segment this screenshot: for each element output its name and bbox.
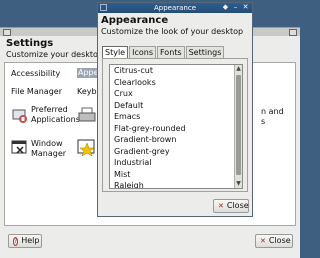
scroll-up-icon[interactable]: ▲ [235,65,242,73]
close-icon: ✕ [260,237,266,245]
tab-style[interactable]: Style [102,46,129,58]
tab-fonts[interactable]: Fonts [156,46,185,58]
settings-item-file-manager[interactable]: File Manager [11,87,62,97]
window-menu-icon[interactable] [3,29,11,36]
settings-subtitle: Customize your desktop [6,50,103,59]
settings-item-partial-2[interactable]: s [261,117,265,127]
list-item[interactable]: Raleigh [110,180,242,188]
minimize-icon[interactable]: – [232,4,239,11]
window-menu-icon[interactable] [100,4,107,11]
settings-close-button[interactable]: ✕ Close [255,234,293,248]
window-label-1: Window [31,139,63,148]
settings-item-preferred-applications[interactable]: Preferred Applications [31,105,80,125]
maximize-icon[interactable]: ◆ [222,4,229,11]
help-icon: ? [13,236,19,246]
window-label-2: Manager [31,149,67,158]
list-item[interactable]: Clearlooks [110,77,242,89]
list-item[interactable]: Citrus-cut [110,65,242,77]
scrollbar-thumb[interactable] [236,75,241,175]
list-item[interactable]: Flat-grey-rounded [110,123,242,135]
appearance-dialog: Appearance ◆ – ✕ Appearance Customize th… [97,2,253,217]
preferred-label-2: Applications [31,115,80,124]
appearance-close-button[interactable]: ✕ Close [213,199,249,213]
preferred-label-1: Preferred [31,105,68,114]
window-close-icon[interactable] [289,29,297,36]
close-icon: ✕ [218,202,224,210]
help-label: Help [21,236,40,245]
help-button[interactable]: ? Help [8,234,42,248]
list-item[interactable]: Industrial [110,157,242,169]
appearance-close-label: Close [226,201,249,210]
list-item[interactable]: Crux [110,88,242,100]
appearance-title-bar[interactable]: Appearance ◆ – ✕ [98,3,252,13]
style-tab-panel: Citrus-cut Clearlooks Crux Default Emacs… [102,58,248,192]
tab-icons[interactable]: Icons [129,46,156,58]
settings-item-window-manager[interactable]: Window Manager [31,139,66,159]
appearance-tabs: Style Icons Fonts Settings [102,46,225,58]
list-item[interactable]: Mist [110,169,242,181]
settings-close-label: Close [268,236,291,245]
window-manager-tweaks-icon [77,137,97,157]
settings-title: Settings [6,38,54,49]
list-item[interactable]: Emacs [110,111,242,123]
tab-settings[interactable]: Settings [185,46,225,58]
style-list-scrollbar[interactable]: ▲ ▼ [234,65,242,188]
list-item[interactable]: Default [110,100,242,112]
style-list[interactable]: Citrus-cut Clearlooks Crux Default Emacs… [109,64,243,189]
close-icon[interactable]: ✕ [242,4,249,11]
printer-icon [77,107,97,125]
appearance-title: Appearance [101,15,169,26]
settings-item-partial-1[interactable]: n and [261,107,284,117]
preferred-applications-icon [11,107,31,125]
appearance-window-title: Appearance [153,4,197,12]
list-item[interactable]: Gradient-brown [110,134,242,146]
settings-footer: ? Help ✕ Close [0,228,300,258]
appearance-header: Appearance Customize the look of your de… [101,15,243,37]
appearance-subtitle: Customize the look of your desktop [101,27,244,36]
settings-item-accessibility[interactable]: Accessibility [11,69,60,79]
settings-header: Settings Customize your desktop [6,38,103,59]
window-manager-icon [11,139,31,157]
scroll-down-icon[interactable]: ▼ [235,180,242,188]
list-item[interactable]: Gradient-grey [110,146,242,158]
